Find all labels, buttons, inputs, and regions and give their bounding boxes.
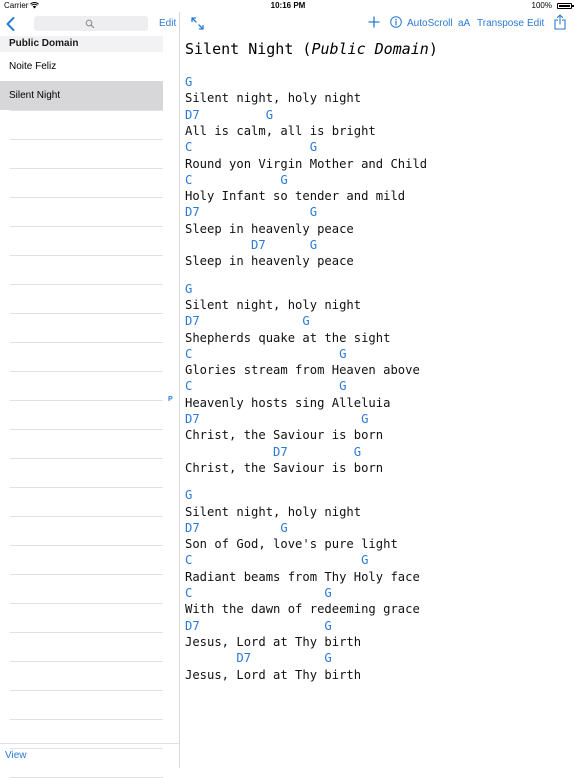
magnifier-icon	[85, 19, 95, 29]
row-separator	[10, 719, 163, 720]
row-separator	[10, 429, 163, 430]
song-view[interactable]: Silent Night (Public Domain) G Silent nig…	[180, 36, 576, 768]
row-separator	[10, 255, 163, 256]
chord-line: D7 G	[185, 651, 332, 666]
chord-line: G	[185, 488, 193, 503]
chord-line: D7 G	[185, 520, 288, 535]
chord-line: G	[185, 281, 193, 296]
chord-line: D7 G	[185, 205, 318, 220]
song-row-title: Noite Feliz	[9, 61, 57, 72]
lyric-line: Christ, the Saviour is born	[185, 428, 384, 443]
song-title: Silent Night (Public Domain)	[185, 40, 438, 58]
lyric-line: Holy Infant so tender and mild	[185, 189, 406, 204]
row-separator	[10, 487, 163, 488]
chord-line: D7 G	[185, 444, 362, 459]
row-separator	[10, 545, 163, 546]
lyric-line: Sleep in heavenly peace	[185, 254, 354, 269]
lyric-line: Silent night, holy night	[185, 297, 362, 312]
row-separator	[10, 516, 163, 517]
autoscroll-button[interactable]: AutoScroll	[407, 18, 453, 29]
lyric-line: All is calm, all is bright	[185, 123, 376, 138]
lyric-line: Jesus, Lord at Thy birth	[185, 634, 362, 649]
transpose-button[interactable]: Transpose	[477, 18, 524, 29]
row-separator	[10, 371, 163, 372]
search-input[interactable]	[34, 16, 156, 31]
lyric-line: Silent night, holy night	[185, 504, 362, 519]
row-separator	[10, 226, 163, 227]
search-field[interactable]	[34, 16, 156, 31]
battery-icon	[557, 3, 574, 9]
row-separator	[10, 342, 163, 343]
lyric-line: Sleep in heavenly peace	[185, 221, 354, 236]
chord-line: D7 G	[185, 314, 310, 329]
row-separator	[10, 168, 163, 169]
chord-line: D7 G	[185, 618, 332, 633]
lyric-line: Christ, the Saviour is born	[185, 460, 384, 475]
chord-line: C G	[185, 346, 347, 361]
chord-line: D7 G	[185, 107, 274, 122]
chord-line: C G	[185, 140, 318, 155]
row-separator	[10, 400, 163, 401]
lyric-line: Round yon Virgin Mother and Child	[185, 156, 428, 171]
section-index-letter[interactable]: P	[168, 396, 173, 403]
row-separator	[10, 690, 163, 691]
font-size-button[interactable]: aA	[458, 18, 470, 29]
lyric-line: Jesus, Lord at Thy birth	[185, 667, 362, 682]
chord-line: C G	[185, 553, 369, 568]
clock: 10:16 PM	[270, 1, 306, 10]
chord-line: G	[185, 75, 193, 89]
chord-line: C G	[185, 172, 288, 187]
song-row-title: Silent Night	[9, 90, 61, 101]
share-icon[interactable]	[554, 14, 566, 30]
song-row-silent-night[interactable]: Silent Night	[0, 81, 163, 110]
section-header: Public Domain	[0, 36, 163, 52]
song-subtitle: Public Domain	[311, 40, 429, 58]
sidebar-edit-button[interactable]: Edit	[159, 18, 176, 29]
lyric-line: Radiant beams from Thy Holy face	[185, 569, 420, 584]
lyric-line: Silent night, holy night	[185, 91, 362, 106]
row-separator	[10, 603, 163, 604]
lyric-line: With the dawn of redeeming grace	[185, 602, 420, 617]
expand-arrows-icon[interactable]	[191, 17, 204, 30]
song-edit-button[interactable]: Edit	[527, 18, 544, 29]
row-separator	[10, 574, 163, 575]
plus-icon[interactable]	[368, 16, 380, 28]
row-separator	[10, 284, 163, 285]
song-row-noite-feliz[interactable]: Noite Feliz	[0, 52, 163, 81]
chord-line: C G	[185, 379, 347, 394]
row-separator	[10, 313, 163, 314]
chord-line: D7 G	[185, 238, 318, 252]
lyric-line: Son of God, love's pure light	[185, 537, 398, 552]
lyric-line: Shepherds quake at the sight	[185, 330, 391, 345]
view-button[interactable]: View	[5, 750, 27, 761]
row-separator	[10, 110, 163, 111]
lyric-line: Heavenly hosts sing Alleluia	[185, 395, 391, 410]
row-separator	[10, 139, 163, 140]
chevron-left-icon[interactable]	[4, 16, 18, 32]
info-circle-icon[interactable]	[390, 16, 402, 28]
sidebar: Edit Public Domain Noite Feliz Silent Ni…	[0, 12, 180, 778]
lyric-line: Glories stream from Heaven above	[185, 363, 420, 378]
main-toolbar: AutoScroll aA Transpose Edit	[180, 12, 576, 36]
row-separator	[10, 458, 163, 459]
sidebar-bottom-bar: View	[0, 743, 179, 768]
status-bar: Carrier 10:16 PM 100%	[0, 0, 576, 12]
song-title-text: Silent Night	[185, 40, 294, 58]
row-separator	[10, 197, 163, 198]
row-separator	[10, 661, 163, 662]
sidebar-toolbar: Edit	[0, 12, 180, 36]
row-separator	[10, 632, 163, 633]
battery-percentage: 100%	[531, 1, 552, 10]
chord-line: D7 G	[185, 412, 369, 426]
chord-line: C G	[185, 586, 332, 600]
